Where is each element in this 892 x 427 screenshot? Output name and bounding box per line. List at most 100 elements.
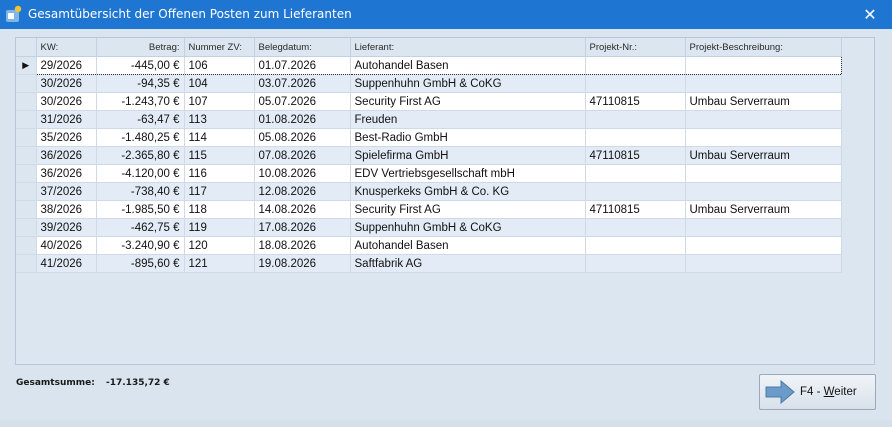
col-header-projekt-beschreibung[interactable]: Projekt-Beschreibung:: [685, 38, 842, 57]
cell-lieferant[interactable]: Best-Radio GmbH: [350, 128, 586, 147]
cell-betrag[interactable]: -445,00 €: [96, 56, 185, 75]
table-row[interactable]: 31/2026 -63,47 €113 01.08.2026 Freuden: [16, 110, 842, 129]
cell-projekt-nr[interactable]: [585, 164, 686, 183]
cell-lieferant[interactable]: Freuden: [350, 110, 586, 129]
cell-betrag[interactable]: -1.985,50 €: [96, 200, 185, 219]
cell-betrag[interactable]: -1.480,25 €: [96, 128, 185, 147]
close-button[interactable]: ✕: [848, 0, 892, 29]
cell-lieferant[interactable]: Saftfabrik AG: [350, 254, 586, 273]
cell-kw[interactable]: 31/2026: [36, 110, 97, 129]
cell-projekt-beschreibung[interactable]: [685, 74, 842, 93]
cell-projekt-beschreibung[interactable]: Umbau Serverraum: [685, 92, 842, 111]
cell-betrag[interactable]: -2.365,80 €: [96, 146, 185, 165]
cell-nummer-zv[interactable]: 106: [184, 56, 255, 75]
cell-nummer-zv[interactable]: 116: [184, 164, 255, 183]
col-header-betrag[interactable]: Betrag:: [96, 38, 185, 57]
row-selector[interactable]: [16, 128, 37, 147]
cell-kw[interactable]: 30/2026: [36, 74, 97, 93]
col-header-nummer-zv[interactable]: Nummer ZV:: [184, 38, 255, 57]
cell-kw[interactable]: 40/2026: [36, 236, 97, 255]
cell-belegdatum[interactable]: 17.08.2026: [254, 218, 351, 237]
cell-betrag[interactable]: -4.120,00 €: [96, 164, 185, 183]
cell-nummer-zv[interactable]: 117: [184, 182, 255, 201]
cell-projekt-beschreibung[interactable]: Umbau Serverraum: [685, 146, 842, 165]
cell-lieferant[interactable]: EDV Vertriebsgesellschaft mbH: [350, 164, 586, 183]
table-row[interactable]: 30/2026 -1.243,70 €107 05.07.2026 Security …: [16, 92, 842, 111]
cell-betrag[interactable]: -1.243,70 €: [96, 92, 185, 111]
cell-projekt-nr[interactable]: 47110815: [585, 146, 686, 165]
cell-belegdatum[interactable]: 14.08.2026: [254, 200, 351, 219]
cell-lieferant[interactable]: Security First AG: [350, 92, 586, 111]
cell-betrag[interactable]: -63,47 €: [96, 110, 185, 129]
cell-belegdatum[interactable]: 05.07.2026: [254, 92, 351, 111]
cell-nummer-zv[interactable]: 119: [184, 218, 255, 237]
cell-projekt-nr[interactable]: [585, 218, 686, 237]
cell-projekt-beschreibung[interactable]: Umbau Serverraum: [685, 200, 842, 219]
cell-kw[interactable]: 38/2026: [36, 200, 97, 219]
cell-projekt-nr[interactable]: [585, 74, 686, 93]
cell-kw[interactable]: 29/2026: [35, 56, 97, 75]
row-selector[interactable]: [16, 254, 37, 273]
col-header-lieferant[interactable]: Lieferant:: [350, 38, 586, 57]
cell-belegdatum[interactable]: 01.07.2026: [254, 56, 351, 75]
table-row[interactable]: 37/2026 -738,40 €117 12.08.2026 Knusperkeks…: [16, 182, 842, 201]
cell-projekt-beschreibung[interactable]: [685, 164, 842, 183]
cell-kw[interactable]: 35/2026: [36, 128, 97, 147]
cell-projekt-beschreibung[interactable]: [685, 110, 842, 129]
cell-projekt-beschreibung[interactable]: [685, 218, 842, 237]
cell-nummer-zv[interactable]: 114: [184, 128, 255, 147]
cell-kw[interactable]: 39/2026: [36, 218, 97, 237]
cell-nummer-zv[interactable]: 104: [184, 74, 255, 93]
current-row-indicator-icon[interactable]: ▶: [16, 56, 37, 75]
cell-lieferant[interactable]: Suppenhuhn GmbH & CoKG: [350, 74, 586, 93]
cell-projekt-nr[interactable]: [585, 182, 686, 201]
cell-belegdatum[interactable]: 01.08.2026: [254, 110, 351, 129]
cell-belegdatum[interactable]: 18.08.2026: [254, 236, 351, 255]
cell-lieferant[interactable]: Security First AG: [350, 200, 586, 219]
cell-kw[interactable]: 36/2026: [36, 146, 97, 165]
cell-lieferant[interactable]: Suppenhuhn GmbH & CoKG: [350, 218, 586, 237]
table-row[interactable]: 35/2026 -1.480,25 €114 05.08.2026 Best-Radi…: [16, 128, 842, 147]
cell-lieferant[interactable]: Spielefirma GmbH: [350, 146, 586, 165]
col-header-projekt-nr[interactable]: Projekt-Nr.:: [585, 38, 686, 57]
cell-belegdatum[interactable]: 10.08.2026: [254, 164, 351, 183]
cell-belegdatum[interactable]: 03.07.2026: [254, 74, 351, 93]
row-selector[interactable]: [16, 200, 37, 219]
cell-projekt-beschreibung[interactable]: [685, 254, 842, 273]
cell-nummer-zv[interactable]: 113: [184, 110, 255, 129]
cell-projekt-nr[interactable]: [585, 110, 686, 129]
cell-lieferant[interactable]: Autohandel Basen: [350, 56, 586, 75]
row-selector[interactable]: [16, 74, 37, 93]
cell-projekt-nr[interactable]: [585, 128, 686, 147]
cell-projekt-nr[interactable]: [585, 56, 686, 75]
cell-betrag[interactable]: -895,60 €: [96, 254, 185, 273]
cell-belegdatum[interactable]: 07.08.2026: [254, 146, 351, 165]
cell-nummer-zv[interactable]: 121: [184, 254, 255, 273]
cell-kw[interactable]: 37/2026: [36, 182, 97, 201]
cell-lieferant[interactable]: Autohandel Basen: [350, 236, 586, 255]
cell-nummer-zv[interactable]: 115: [184, 146, 255, 165]
weiter-button[interactable]: F4 - Weiter: [759, 374, 876, 410]
cell-belegdatum[interactable]: 05.08.2026: [254, 128, 351, 147]
cell-kw[interactable]: 41/2026: [36, 254, 97, 273]
cell-nummer-zv[interactable]: 118: [184, 200, 255, 219]
cell-lieferant[interactable]: Knusperkeks GmbH & Co. KG: [350, 182, 586, 201]
table-row[interactable]: 38/2026 -1.985,50 €118 14.08.2026 Security …: [16, 200, 842, 219]
col-header-kw[interactable]: KW:: [36, 38, 97, 57]
table-row[interactable]: 41/2026 -895,60 €121 19.08.2026 Saftfabrik …: [16, 254, 842, 273]
cell-nummer-zv[interactable]: 107: [184, 92, 255, 111]
cell-betrag[interactable]: -3.240,90 €: [96, 236, 185, 255]
cell-projekt-nr[interactable]: [585, 236, 686, 255]
table-row[interactable]: 36/2026 -2.365,80 €115 07.08.2026 Spielefir…: [16, 146, 842, 165]
cell-projekt-beschreibung[interactable]: [685, 236, 842, 255]
row-selector[interactable]: [16, 236, 37, 255]
row-selector[interactable]: [16, 110, 37, 129]
table-row[interactable]: 36/2026 -4.120,00 €116 10.08.2026 EDV Vertr…: [16, 164, 842, 183]
row-selector[interactable]: [16, 218, 37, 237]
open-items-grid[interactable]: KW: Betrag: Nummer ZV: Belegdatum: Liefe…: [15, 37, 875, 365]
cell-kw[interactable]: 30/2026: [36, 92, 97, 111]
cell-belegdatum[interactable]: 12.08.2026: [254, 182, 351, 201]
cell-betrag[interactable]: -94,35 €: [96, 74, 185, 93]
cell-projekt-nr[interactable]: [585, 254, 686, 273]
col-header-belegdatum[interactable]: Belegdatum:: [254, 38, 351, 57]
